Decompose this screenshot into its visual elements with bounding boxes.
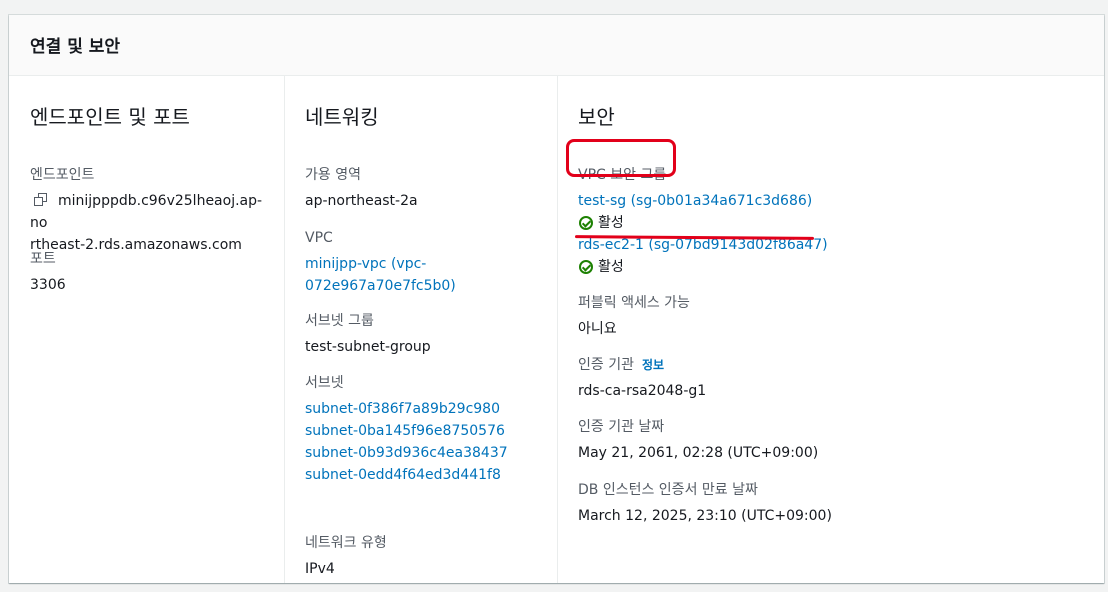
- check-circle-icon: [579, 260, 593, 274]
- endpoint-section-title: 엔드포인트 및 포트: [30, 105, 190, 129]
- endpoint-label: 엔드포인트: [30, 167, 95, 183]
- status-text: 활성: [598, 259, 624, 275]
- network-type-label: 네트워크 유형: [305, 535, 387, 551]
- security-section-title: 보안: [578, 105, 615, 129]
- subnet-group-label: 서브넷 그룹: [305, 313, 374, 329]
- subnet-link[interactable]: subnet-0f386f7a89b29c980: [305, 398, 508, 420]
- az-label: 가용 영역: [305, 167, 361, 183]
- info-link[interactable]: 정보: [642, 358, 664, 372]
- card-header: 연결 및 보안: [9, 15, 1104, 76]
- port-label: 포트: [30, 251, 56, 267]
- public-access-label: 퍼블릭 액세스 가능: [578, 295, 690, 311]
- cert-expiry-value: March 12, 2025, 23:10 (UTC+09:00): [578, 508, 832, 524]
- port-value: 3306: [30, 277, 66, 293]
- subnet-group-value: test-subnet-group: [305, 339, 431, 355]
- ca-value: rds-ca-rsa2048-g1: [578, 383, 707, 399]
- vpc-link-line1: minijpp-vpc (vpc-: [305, 256, 427, 272]
- status-badge: 활성: [578, 212, 828, 234]
- subnets-label: 서브넷: [305, 375, 344, 391]
- status-text: 활성: [598, 215, 624, 231]
- vpc-link-line2: 072e967a70e7fc5b0): [305, 278, 456, 294]
- check-circle-icon: [579, 216, 593, 230]
- networking-column: 네트워킹 가용 영역 ap-northeast-2a VPC minijpp-v…: [284, 76, 545, 583]
- endpoint-value-line1: minijpppdb.c96v25lheaoj.ap-no: [30, 193, 263, 231]
- endpoint-value-line2: rtheast-2.rds.amazonaws.com: [30, 237, 242, 253]
- connectivity-security-card: 연결 및 보안 엔드포인트 및 포트 엔드포인트 minijpppdb.c96v…: [9, 15, 1104, 583]
- vpc-label: VPC: [305, 230, 333, 246]
- card-title: 연결 및 보안: [30, 37, 121, 57]
- subnet-link[interactable]: subnet-0b93d936c4ea38437: [305, 442, 508, 464]
- ca-date-value: May 21, 2061, 02:28 (UTC+09:00): [578, 445, 819, 461]
- vpc-link[interactable]: minijpp-vpc (vpc- 072e967a70e7fc5b0): [305, 253, 456, 297]
- network-type-value: IPv4: [305, 561, 335, 577]
- vpc-security-group-label: VPC 보안 그룹: [578, 167, 667, 183]
- security-group-link[interactable]: rds-ec2-1 (sg-07bd9143d02f86a47): [578, 234, 828, 256]
- az-value: ap-northeast-2a: [305, 193, 418, 209]
- subnet-link[interactable]: subnet-0ba145f96e8750576: [305, 420, 508, 442]
- subnet-link[interactable]: subnet-0edd4f64ed3d441f8: [305, 464, 508, 486]
- copy-icon[interactable]: [34, 193, 48, 207]
- cert-expiry-label: DB 인스턴스 인증서 만료 날짜: [578, 482, 758, 498]
- public-access-value: 아니요: [578, 321, 617, 337]
- security-column: 보안 VPC 보안 그룹 test-sg (sg-0b01a34a671c3d6…: [557, 76, 1098, 583]
- endpoint-column: 엔드포인트 및 포트 엔드포인트 minijpppdb.c96v25lheaoj…: [30, 76, 270, 583]
- ca-label: 인증 기관: [578, 357, 634, 373]
- networking-section-title: 네트워킹: [305, 105, 379, 129]
- security-group-link[interactable]: test-sg (sg-0b01a34a671c3d686): [578, 190, 828, 212]
- ca-date-label: 인증 기관 날짜: [578, 419, 665, 435]
- status-badge: 활성: [578, 256, 828, 278]
